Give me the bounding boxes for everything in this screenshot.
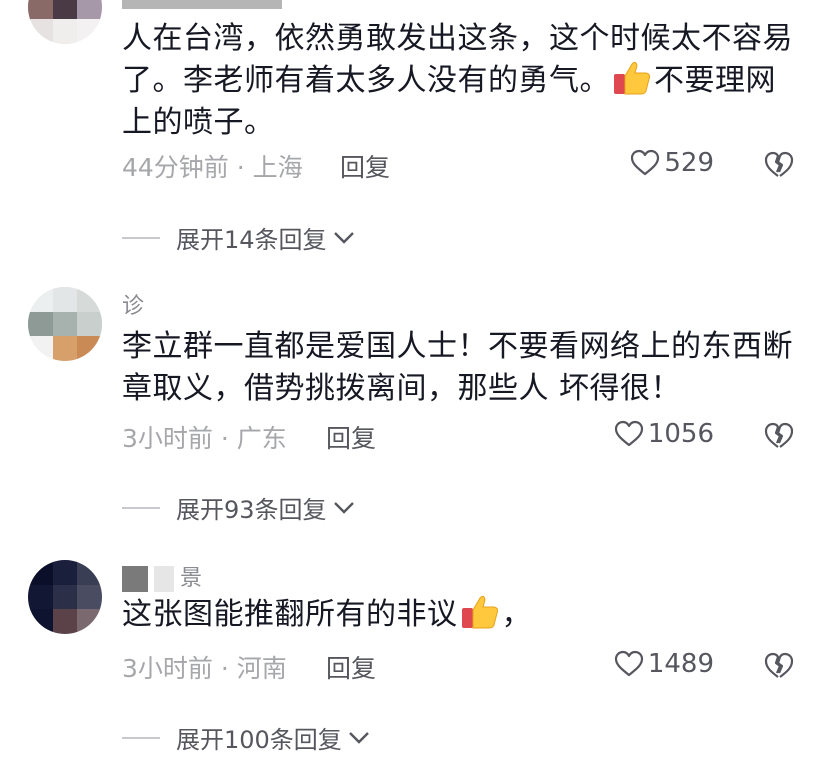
username[interactable] (122, 0, 288, 11)
reply-button[interactable]: 回复 (340, 148, 390, 184)
like-button[interactable]: 1489 (614, 649, 714, 679)
like-count: 529 (664, 148, 714, 178)
expand-label: 展开100条回复 (176, 726, 342, 754)
expand-divider (122, 736, 160, 739)
reply-button[interactable]: 回复 (326, 419, 376, 455)
username-text: 景 (180, 566, 203, 591)
like-button[interactable]: 529 (630, 148, 714, 178)
broken-heart-icon[interactable] (764, 150, 794, 180)
expand-replies-button[interactable]: 展开93条回复 (122, 490, 355, 525)
avatar[interactable] (28, 287, 102, 361)
like-count: 1489 (647, 649, 714, 679)
username-blur (122, 566, 148, 592)
thumbs-up-emoji (461, 595, 498, 629)
thumbs-up-emoji (614, 61, 651, 95)
comment-text: 李立群一直都是爱国人士！不要看网络上的东西断章取义，借势挑拨离间，那些人 坏得很… (122, 329, 793, 406)
heart-outline-icon (614, 650, 643, 677)
username-text: 诊 (122, 294, 145, 319)
like-count: 1056 (647, 419, 714, 449)
expand-replies-button[interactable]: 展开14条回复 (122, 220, 355, 255)
time-location: 3小时前 · 河南 (122, 654, 287, 683)
chevron-down-icon (333, 501, 354, 514)
expand-divider (122, 236, 160, 239)
username-blur (122, 0, 282, 9)
reply-button[interactable]: 回复 (326, 649, 376, 685)
expand-label: 展开93条回复 (176, 496, 327, 524)
username-blur (154, 566, 174, 592)
comment-text: 这张图能推翻所有的非议 ， (122, 594, 802, 636)
broken-heart-icon[interactable] (764, 421, 794, 451)
like-button[interactable]: 1056 (614, 419, 714, 449)
comment-text: 人在台湾，依然勇敢发出这条，这个时候太不容易了。李老师有着太多人没有的勇气。 不… (122, 21, 793, 140)
chevron-down-icon (348, 731, 369, 744)
avatar[interactable] (28, 0, 102, 44)
heart-outline-icon (631, 149, 660, 176)
broken-heart-icon[interactable] (764, 651, 794, 681)
username[interactable]: 诊 (122, 288, 144, 320)
time-location: 44分钟前 · 上海 (122, 153, 303, 182)
heart-outline-icon (614, 420, 643, 447)
time-location: 3小时前 · 广东 (122, 424, 287, 453)
expand-label: 展开14条回复 (176, 226, 327, 254)
expand-replies-button[interactable]: 展开100条回复 (122, 720, 370, 755)
chevron-down-icon (333, 231, 354, 244)
expand-divider (122, 506, 160, 509)
avatar[interactable] (28, 560, 102, 634)
username[interactable]: 景 (122, 560, 202, 592)
